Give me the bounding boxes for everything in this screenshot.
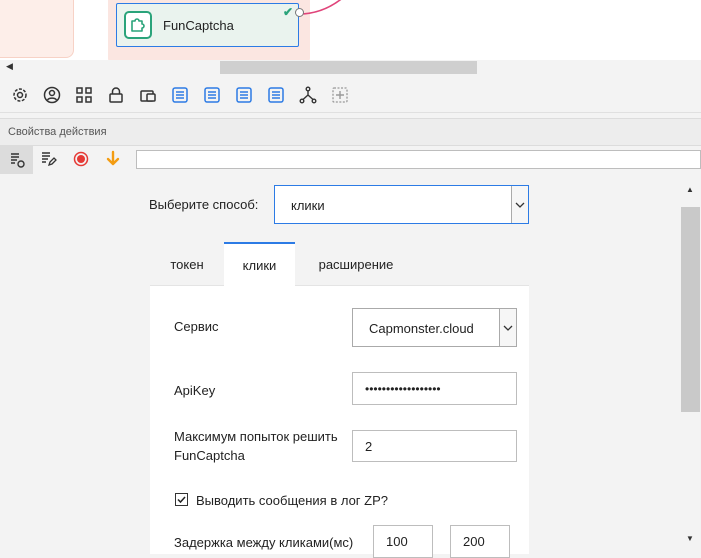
method-label: Выберите способ: bbox=[149, 197, 259, 212]
hscroll-thumb[interactable] bbox=[220, 61, 477, 74]
section-header: Свойства действия bbox=[0, 118, 701, 146]
scroll-left-icon[interactable]: ◀ bbox=[6, 61, 13, 72]
check-icon: ✔ bbox=[283, 5, 294, 19]
log-checkbox[interactable] bbox=[175, 493, 188, 506]
tab-extension-label: расширение bbox=[318, 256, 394, 272]
node-title: FunCaptcha bbox=[163, 18, 234, 33]
chevron-down-icon[interactable] bbox=[511, 186, 528, 223]
delay-max-field[interactable]: 200 bbox=[450, 525, 510, 558]
delay-min-value: 100 bbox=[386, 534, 408, 549]
chevron-down-icon[interactable] bbox=[499, 309, 516, 346]
properties-settings-icon[interactable] bbox=[0, 146, 33, 174]
funcaptcha-node[interactable]: FunCaptcha ✔ bbox=[116, 3, 304, 47]
delay-label: Задержка между кликами(мс) bbox=[174, 535, 354, 550]
apikey-label: ApiKey bbox=[174, 383, 216, 398]
attempts-value: 2 bbox=[365, 438, 373, 454]
node-output-port[interactable] bbox=[295, 8, 304, 17]
attempts-label-line2: FunCaptcha bbox=[174, 448, 245, 463]
user-profile-icon[interactable] bbox=[43, 86, 61, 104]
service-select[interactable]: Capmonster.cloud bbox=[352, 308, 517, 347]
tab-clicks[interactable]: клики bbox=[224, 242, 295, 286]
list-icon-1[interactable] bbox=[171, 86, 189, 104]
list-icon-3[interactable] bbox=[235, 86, 253, 104]
main-toolbar bbox=[0, 78, 701, 113]
lock-icon[interactable] bbox=[107, 86, 125, 104]
arrow-down-icon[interactable] bbox=[104, 150, 122, 168]
list-icon-2[interactable] bbox=[203, 86, 221, 104]
add-block-icon[interactable] bbox=[331, 86, 349, 104]
workflow-canvas[interactable]: FunCaptcha ✔ bbox=[0, 0, 701, 60]
vscroll-thumb[interactable] bbox=[681, 207, 700, 412]
grid-icon[interactable] bbox=[75, 86, 93, 104]
service-select-value: Capmonster.cloud bbox=[369, 321, 474, 336]
database-icon[interactable] bbox=[139, 86, 157, 104]
attempts-field[interactable]: 2 bbox=[352, 430, 517, 462]
scroll-down-icon[interactable]: ▼ bbox=[686, 534, 694, 543]
scroll-up-icon[interactable]: ▲ bbox=[686, 185, 694, 194]
apikey-value: •••••••••••••••••• bbox=[365, 381, 441, 396]
node-ghost-left bbox=[0, 0, 74, 58]
edit-properties-icon[interactable] bbox=[39, 150, 57, 168]
tab-token[interactable]: токен bbox=[150, 242, 224, 286]
method-select-value: клики bbox=[291, 198, 325, 213]
tab-clicks-label: клики bbox=[242, 257, 277, 273]
record-icon[interactable] bbox=[72, 150, 90, 168]
list-icon-4[interactable] bbox=[267, 86, 285, 104]
connection-line bbox=[298, 0, 342, 15]
attempts-label-line1: Максимум попыток решить bbox=[174, 429, 338, 444]
delay-min-field[interactable]: 100 bbox=[373, 525, 433, 558]
log-checkbox-label[interactable]: Выводить сообщения в лог ZP? bbox=[196, 493, 388, 508]
section-title: Свойства действия bbox=[8, 126, 107, 138]
puzzle-icon bbox=[124, 11, 152, 39]
settings-icon[interactable] bbox=[11, 86, 29, 104]
service-label: Сервис bbox=[174, 319, 219, 334]
branch-icon[interactable] bbox=[299, 86, 317, 104]
tab-token-label: токен bbox=[170, 256, 204, 272]
properties-search-input[interactable] bbox=[136, 150, 701, 169]
delay-max-value: 200 bbox=[463, 534, 485, 549]
apikey-field[interactable]: •••••••••••••••••• bbox=[352, 372, 517, 405]
method-select[interactable]: клики bbox=[274, 185, 529, 224]
tab-extension[interactable]: расширение bbox=[295, 242, 417, 286]
